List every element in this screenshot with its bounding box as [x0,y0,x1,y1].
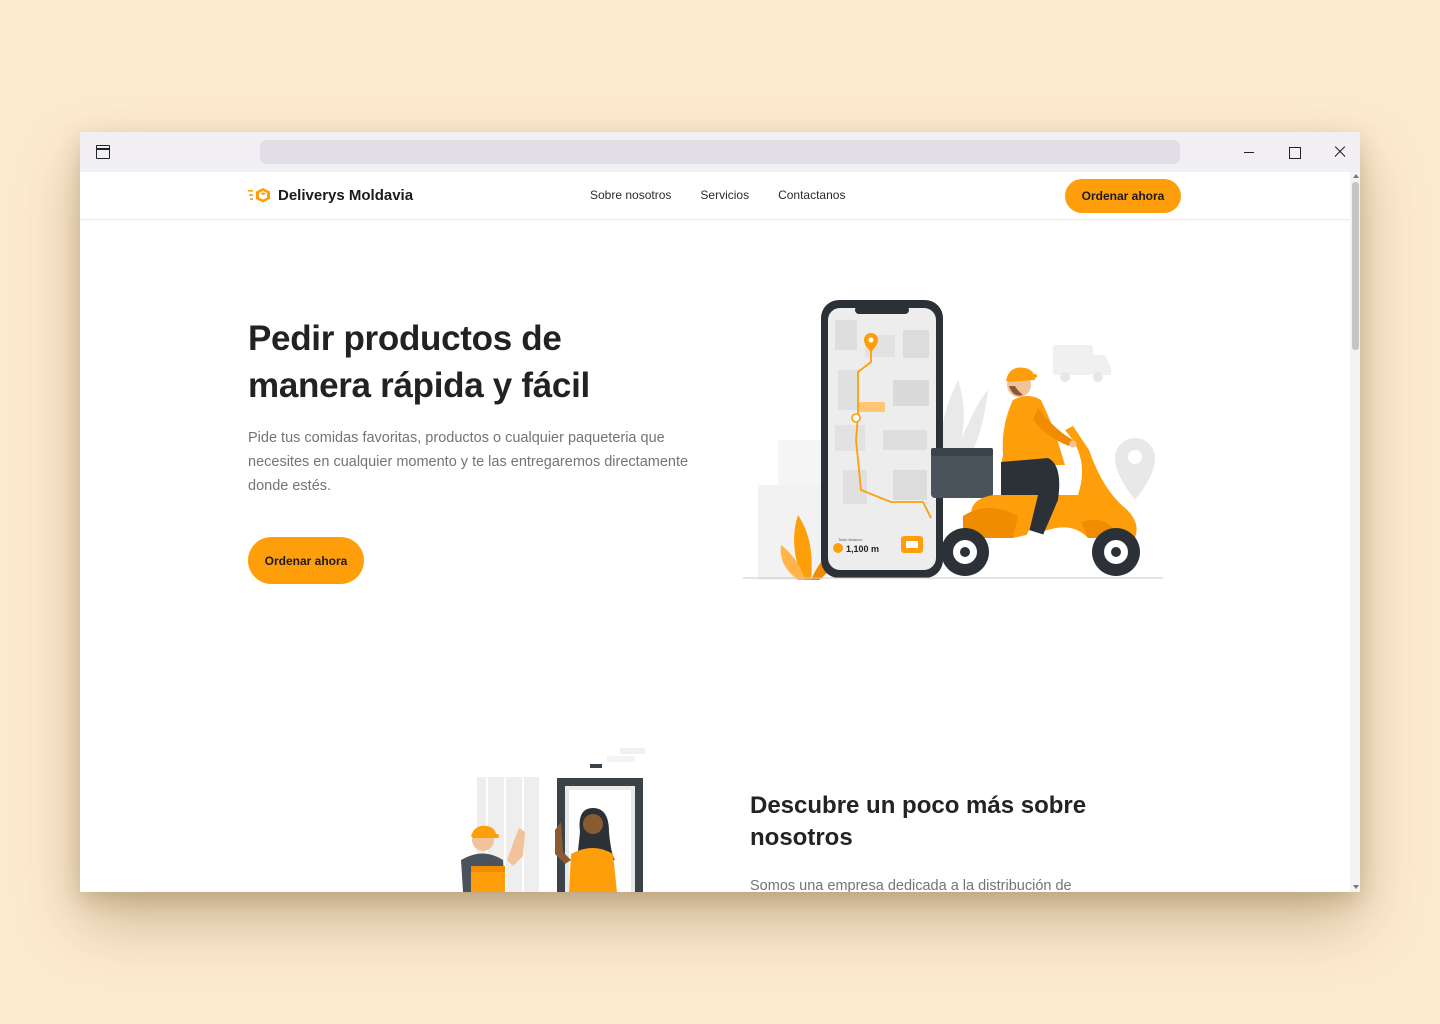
address-bar[interactable] [260,140,1180,164]
brand-name: Deliverys Moldavia [278,186,414,204]
scroll-up-icon[interactable] [1353,174,1359,178]
phone-distance-label: Total distance [838,537,863,542]
maximize-icon[interactable] [1280,140,1308,164]
page-viewport: Deliverys Moldavia Sobre nosotros Servic… [80,172,1360,892]
nav-links: Sobre nosotros Servicios Contactanos [590,188,845,202]
nav-link-contact[interactable]: Contactanos [778,188,845,202]
about-title: Descubre un poco más sobre nosotros [750,792,1087,851]
nav-order-button[interactable]: Ordenar ahora [1065,179,1181,213]
scroll-thumb[interactable] [1352,182,1359,350]
minimize-icon[interactable] [1235,140,1263,164]
delivery-box-icon [248,188,270,203]
title-bar [80,132,1360,172]
brand-logo[interactable]: Deliverys Moldavia [248,186,413,204]
hero-description: Pide tus comidas favoritas, productos o … [248,430,689,494]
nav-link-about[interactable]: Sobre nosotros [590,188,671,202]
vertical-scrollbar[interactable] [1350,172,1360,892]
scroll-down-icon[interactable] [1353,885,1359,889]
browser-window: Deliverys Moldavia Sobre nosotros Servic… [80,132,1360,892]
phone-distance-value: 1,100 m [846,544,879,554]
site-navbar: Deliverys Moldavia Sobre nosotros Servic… [80,172,1350,220]
nav-link-services[interactable]: Servicios [700,188,749,202]
close-icon[interactable] [1326,140,1354,164]
about-description: Somos una empresa dedicada a la distribu… [750,878,1072,892]
hero-title: Pedir productos de manera rápida y fácil [248,319,590,405]
delivery-scooter-illustration: Total distance 1,100 m [743,300,1163,580]
window-icon [96,145,110,159]
hero-order-button[interactable]: Ordenar ahora [248,537,364,584]
package-handover-illustration [461,748,645,892]
